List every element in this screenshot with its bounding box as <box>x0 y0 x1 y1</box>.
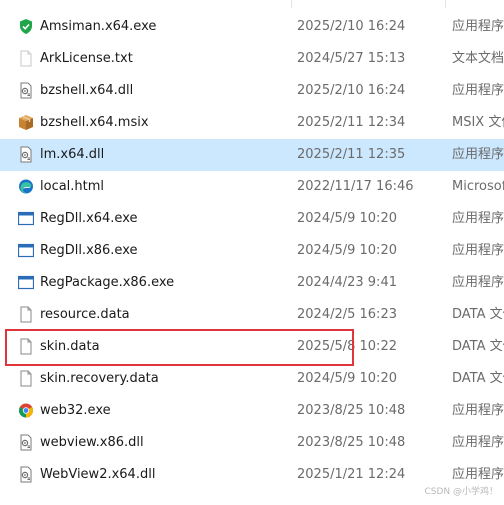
file-date: 2024/5/9 10:20 <box>297 371 397 386</box>
file-type: 应用程序 <box>452 275 504 290</box>
blank-file-icon <box>18 306 34 323</box>
file-row-regdll-x64[interactable]: RegDll.x64.exe 2024/5/9 10:20 应用程序 <box>0 203 504 235</box>
chrome-exe-icon <box>18 402 34 419</box>
file-name: bzshell.x64.msix <box>40 115 149 130</box>
window-exe-icon <box>18 242 34 259</box>
file-type: 应用程序 <box>452 19 504 34</box>
file-name: local.html <box>40 179 105 194</box>
window-exe-icon <box>18 210 34 227</box>
file-row-local-html[interactable]: local.html 2022/11/17 16:46 Microsoft <box>0 171 504 203</box>
file-name: skin.recovery.data <box>40 371 159 386</box>
file-row-skin-data[interactable]: skin.data 2025/5/8 10:22 DATA 文件 <box>0 331 504 363</box>
file-date: 2022/11/17 16:46 <box>297 179 414 194</box>
file-row-lm-dll[interactable]: lm.x64.dll 2025/2/11 12:35 应用程序 <box>0 139 504 171</box>
file-name: webview.x86.dll <box>40 435 144 450</box>
file-row-regdll-x86[interactable]: RegDll.x86.exe 2024/5/9 10:20 应用程序 <box>0 235 504 267</box>
file-type: DATA 文件 <box>452 371 504 386</box>
file-date: 2024/4/23 9:41 <box>297 275 397 290</box>
file-name: WebView2.x64.dll <box>40 467 156 482</box>
edge-html-icon <box>18 178 34 195</box>
file-date: 2024/5/27 15:13 <box>297 51 406 66</box>
file-row-resource-data[interactable]: resource.data 2024/2/5 16:23 DATA 文件 <box>0 299 504 331</box>
file-date: 2025/2/11 12:34 <box>297 115 406 130</box>
file-type: Microsoft <box>452 179 504 194</box>
file-name: web32.exe <box>40 403 111 418</box>
file-row-webview-dll[interactable]: webview.x86.dll 2023/8/25 10:48 应用程序 <box>0 427 504 459</box>
file-row-web32[interactable]: web32.exe 2023/8/25 10:48 应用程序 <box>0 395 504 427</box>
file-date: 2023/8/25 10:48 <box>297 403 406 418</box>
dll-file-icon <box>18 146 34 163</box>
window-exe-icon <box>18 274 34 291</box>
dll-file-icon <box>18 82 34 99</box>
file-type: 应用程序 <box>452 147 504 162</box>
column-divider-date[interactable] <box>291 0 292 8</box>
file-name: ArkLicense.txt <box>40 51 133 66</box>
file-type: 文本文档 <box>452 51 504 66</box>
file-row-bzshell-dll[interactable]: bzshell.x64.dll 2025/2/10 16:24 应用程序 <box>0 75 504 107</box>
file-name: bzshell.x64.dll <box>40 83 134 98</box>
file-name: RegDll.x86.exe <box>40 243 138 258</box>
dll-file-icon <box>18 466 34 483</box>
package-icon <box>18 114 34 131</box>
file-date: 2025/5/8 10:22 <box>297 339 397 354</box>
file-type: DATA 文件 <box>452 339 504 354</box>
blank-file-icon <box>18 338 34 355</box>
file-name: resource.data <box>40 307 130 322</box>
file-row-bzshell-msix[interactable]: bzshell.x64.msix 2025/2/11 12:34 MSIX 文件 <box>0 107 504 139</box>
file-date: 2025/2/10 16:24 <box>297 83 406 98</box>
file-list: Amsiman.x64.exe 2025/2/10 16:24 应用程序 Ark… <box>0 11 504 491</box>
file-type: MSIX 文件 <box>452 115 504 130</box>
shield-exe-icon <box>18 18 34 35</box>
file-name: RegPackage.x86.exe <box>40 275 175 290</box>
file-date: 2024/5/9 10:20 <box>297 211 397 226</box>
file-type: 应用程序 <box>452 403 504 418</box>
file-row-skin-recovery[interactable]: skin.recovery.data 2024/5/9 10:20 DATA 文… <box>0 363 504 395</box>
file-row-regpackage[interactable]: RegPackage.x86.exe 2024/4/23 9:41 应用程序 <box>0 267 504 299</box>
file-name: lm.x64.dll <box>40 147 105 162</box>
file-name: skin.data <box>40 339 100 354</box>
blank-file-icon <box>18 370 34 387</box>
file-date: 2023/8/25 10:48 <box>297 435 406 450</box>
text-file-icon <box>18 50 34 67</box>
file-name: RegDll.x64.exe <box>40 211 138 226</box>
file-type: 应用程序 <box>452 435 504 450</box>
file-type: 应用程序 <box>452 243 504 258</box>
watermark: CSDN @小学鸡！ <box>424 487 498 497</box>
file-type: 应用程序 <box>452 83 504 98</box>
file-date: 2025/2/11 12:35 <box>297 147 406 162</box>
file-date: 2025/1/21 12:24 <box>297 467 406 482</box>
dll-file-icon <box>18 434 34 451</box>
file-type: 应用程序 <box>452 211 504 226</box>
file-row-arklicense[interactable]: ArkLicense.txt 2024/5/27 15:13 文本文档 <box>0 43 504 75</box>
file-date: 2025/2/10 16:24 <box>297 19 406 34</box>
file-row-amsiman[interactable]: Amsiman.x64.exe 2025/2/10 16:24 应用程序 <box>0 11 504 43</box>
file-name: Amsiman.x64.exe <box>40 19 157 34</box>
file-date: 2024/5/9 10:20 <box>297 243 397 258</box>
file-type: DATA 文件 <box>452 307 504 322</box>
file-date: 2024/2/5 16:23 <box>297 307 397 322</box>
column-divider-type[interactable] <box>445 0 446 8</box>
